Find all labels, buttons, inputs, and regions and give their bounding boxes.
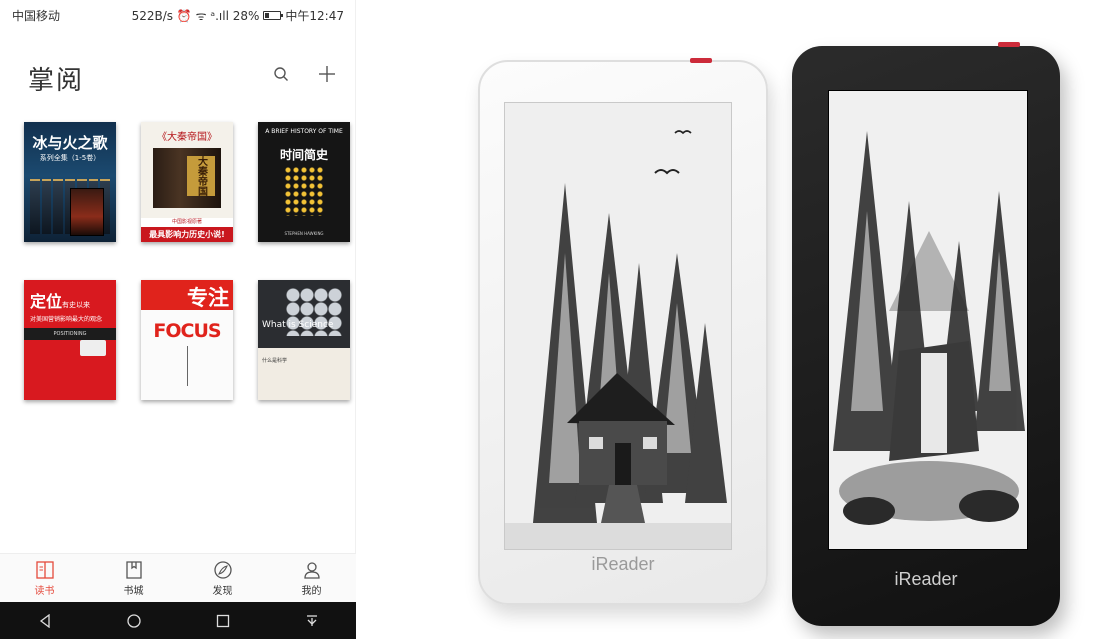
store-icon [125, 560, 142, 579]
tab-label: 发现 [212, 585, 233, 597]
ereader-black: iReader [792, 42, 1060, 626]
header-actions [269, 62, 339, 86]
system-nav-bar [0, 602, 356, 639]
book-icon [35, 560, 54, 579]
profile-icon [303, 561, 320, 579]
forest-waterfall-illustration [829, 91, 1027, 549]
book-title: 定位 [30, 292, 63, 311]
search-icon[interactable] [269, 62, 293, 86]
book-cover[interactable]: 《大秦帝国》 大秦帝国 中国影视原著 最具影响力历史小说! [141, 122, 233, 242]
book-subtitle: 对美国营销影响最大的观念 [30, 316, 103, 323]
ereader-white: iReader [478, 58, 768, 605]
book-band: 最具影响力历史小说! [141, 227, 233, 242]
compass-icon [213, 560, 232, 579]
tab-label: 我的 [301, 585, 322, 597]
power-button [998, 42, 1020, 47]
home-icon[interactable] [119, 606, 149, 636]
book-band-small: 中国影视原著 [141, 218, 233, 227]
power-button [690, 58, 712, 63]
book-author: STEPHEN HAWKING [284, 231, 324, 236]
book-tagline: 有史以来 [62, 301, 91, 309]
book-cover[interactable]: A BRIEF HISTORY OF TIME 时间简史 STEPHEN HAW… [258, 122, 350, 242]
ereader-screen [828, 90, 1028, 550]
network-status: 522B/s ⏰ ᯤ ᵃ.ıll 28% [131, 8, 260, 23]
book-band: POSITIONING [53, 331, 87, 337]
book-title: A BRIEF HISTORY OF TIME [265, 128, 343, 135]
book-subtitle: 时间简史 [279, 148, 328, 162]
brand-logo: iReader [894, 569, 958, 589]
book-subtitle: FOCUS [153, 320, 221, 342]
notification-shade-icon[interactable] [297, 606, 327, 636]
composite-image: 中国移动 522B/s ⏰ ᯤ ᵃ.ıll 28% 中午12:47 掌阅 冰与火… [0, 0, 1094, 639]
add-icon[interactable] [315, 62, 339, 86]
book-subtitle: 什么是科学 [262, 358, 288, 364]
brand-logo: iReader [591, 554, 655, 574]
book-cover[interactable]: 冰与火之歌 系列全集（1-5卷） [24, 122, 116, 242]
clock: 中午12:47 [285, 8, 344, 23]
recents-icon[interactable] [208, 606, 238, 636]
book-cover[interactable]: What is Science 什么是科学 [258, 280, 350, 400]
book-title: 冰与火之歌 [32, 134, 108, 152]
book-cover[interactable]: 专注 FOCUS [141, 280, 233, 400]
book-spine-title: 大秦帝国 [187, 156, 215, 196]
book-title: What is Science [262, 320, 334, 330]
page-title: 掌阅 [28, 66, 85, 96]
back-icon[interactable] [30, 606, 60, 636]
book-cover[interactable]: 定位有史以来 对美国营销影响最大的观念 POSITIONING [24, 280, 116, 400]
phone-screen: 中国移动 522B/s ⏰ ᯤ ᵃ.ıll 28% 中午12:47 掌阅 冰与火… [0, 0, 356, 639]
tab-read[interactable]: 读书 [15, 560, 75, 597]
tab-label: 读书 [34, 585, 55, 597]
book-subtitle: 系列全集（1-5卷） [39, 154, 101, 162]
book-title: 《大秦帝国》 [157, 132, 217, 143]
tab-label: 书城 [123, 585, 144, 597]
battery-icon [263, 10, 284, 20]
tab-store[interactable]: 书城 [104, 560, 164, 597]
tab-discover[interactable]: 发现 [193, 560, 253, 597]
tab-profile[interactable]: 我的 [282, 560, 342, 597]
book-title: 专注 [187, 286, 229, 310]
carrier-label: 中国移动 [12, 8, 61, 23]
bottom-tab-bar: 读书 书城 发现 我的 [0, 553, 356, 602]
bookshelf: 冰与火之歌 系列全集（1-5卷） 《大秦帝国》 大秦帝国 中国影视原著 最具影响… [24, 122, 350, 400]
forest-cabin-illustration [505, 103, 731, 549]
ereader-screen [504, 102, 732, 550]
status-bar: 中国移动 522B/s ⏰ ᯤ ᵃ.ıll 28% 中午12:47 [0, 0, 356, 30]
